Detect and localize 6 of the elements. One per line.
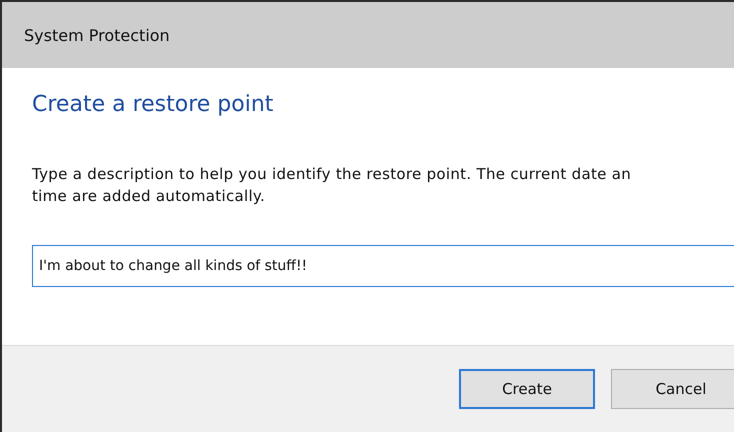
create-button[interactable]: Create [459, 369, 595, 409]
window-title: System Protection [24, 26, 170, 44]
description-field[interactable]: I'm about to change all kinds of stuff!! [32, 245, 734, 287]
dialog-heading: Create a restore point [32, 92, 274, 117]
cancel-button[interactable]: Cancel [611, 369, 734, 409]
description-text: Type a description to help you identify the restore point. The current date an time are added automatically. [32, 164, 632, 207]
